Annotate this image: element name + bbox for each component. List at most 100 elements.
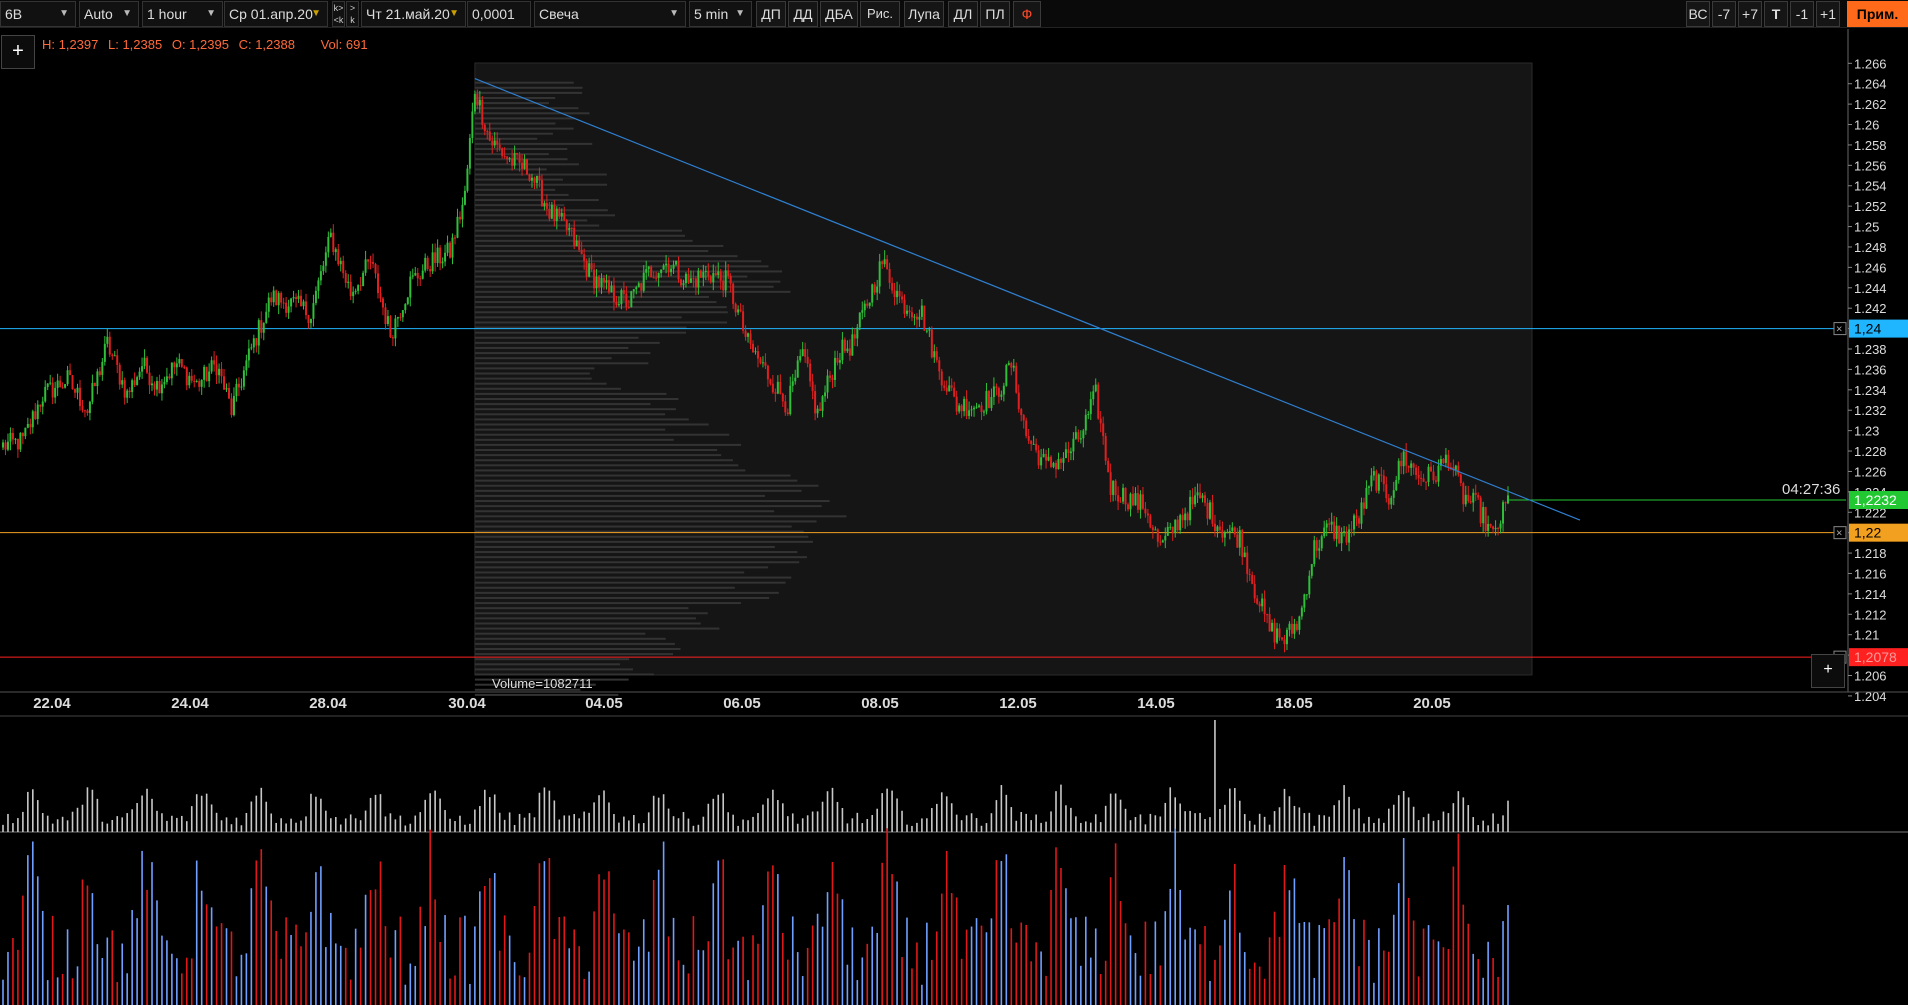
y-tick-label: 1.204	[1854, 689, 1887, 704]
volume-bar	[1229, 788, 1231, 832]
minus1-button[interactable]: -1	[1790, 1, 1814, 27]
date-from-picker[interactable]: Ср 01.апр.20 ▼	[224, 1, 328, 27]
delta-bar	[285, 917, 287, 1005]
plus1-button[interactable]: +1	[1816, 1, 1840, 27]
candle-body	[1226, 532, 1229, 534]
delta-bar	[563, 916, 566, 1005]
profile-bar	[474, 581, 786, 584]
add-panel-button[interactable]: +	[1811, 654, 1845, 688]
candle-body	[1263, 598, 1266, 615]
y-tick-label: 1.234	[1854, 383, 1887, 398]
volume-bar	[1318, 814, 1321, 832]
delta-bar	[1288, 890, 1291, 1005]
candle-body	[1407, 465, 1410, 468]
delta-bar	[1204, 925, 1206, 1005]
candle-body	[34, 411, 37, 420]
candle-body	[476, 93, 479, 106]
tick-size-input[interactable]: 0,0001	[467, 1, 531, 27]
zoom-button[interactable]: Лупа	[904, 1, 944, 27]
dd-button[interactable]: ДД	[788, 1, 818, 27]
step-forward-icon[interactable]: >	[347, 2, 358, 14]
step-forward-icon[interactable]: k>	[333, 2, 344, 14]
delta-bar	[861, 957, 864, 1005]
vs-button[interactable]: ВС	[1686, 1, 1710, 27]
delta-bar	[1025, 924, 1028, 1005]
delta-bar	[1139, 975, 1142, 1005]
candle-body	[1169, 526, 1172, 528]
delta-bar	[782, 932, 784, 1005]
delta-bar	[821, 926, 824, 1005]
volume-bar	[399, 815, 402, 832]
step-back-icon[interactable]: k	[347, 14, 358, 26]
candle-body	[2, 442, 4, 448]
volume-bar	[1209, 817, 1211, 832]
volume-bar	[1060, 784, 1062, 832]
add-indicator-button[interactable]: +	[1, 35, 35, 69]
candle-body	[615, 302, 618, 306]
delta-bar	[1094, 928, 1097, 1005]
volume-bar	[508, 812, 511, 832]
plus7-button[interactable]: +7	[1738, 1, 1762, 27]
x-tick-label: 14.05	[1137, 695, 1175, 712]
profile-bar	[474, 586, 735, 589]
delta-bar	[623, 929, 625, 1005]
candle-body	[553, 204, 556, 221]
volume-bar	[394, 819, 397, 832]
volume-bar	[498, 812, 501, 832]
scale-mode-select[interactable]: Auto ▼	[79, 1, 139, 27]
delta-bar	[896, 881, 898, 1005]
candle-body	[841, 339, 844, 361]
volume-bar	[111, 819, 114, 832]
candle-body	[369, 261, 372, 263]
candle-body	[1504, 502, 1507, 504]
date-to-step-arrows[interactable]: > k	[346, 1, 359, 27]
delta-bar	[275, 931, 277, 1005]
pl-button[interactable]: ПЛ	[980, 1, 1010, 27]
delta-bar	[1149, 974, 1152, 1005]
candle-body	[1171, 526, 1174, 533]
price-chart[interactable]: ××× 1.2661.2641.2621.261.2581.2561.2541.…	[0, 29, 1908, 1005]
candle-body	[1087, 414, 1090, 416]
apply-button[interactable]: Прим.	[1847, 1, 1908, 27]
profile-bar	[474, 336, 639, 339]
volume-bar	[305, 816, 307, 832]
draw-button[interactable]: Рис.	[860, 1, 900, 27]
dl-button[interactable]: ДЛ	[948, 1, 978, 27]
t-button[interactable]: T	[1764, 1, 1788, 27]
profile-bar	[474, 403, 651, 406]
candle-body	[1204, 495, 1207, 503]
candle-body	[761, 362, 764, 364]
candle-body	[1194, 495, 1197, 505]
volume-bar	[1114, 793, 1117, 832]
timeframe-select[interactable]: 1 hour ▼	[142, 1, 223, 27]
date-from-step-arrows[interactable]: k> <k	[332, 1, 345, 27]
profile-bar	[474, 622, 701, 625]
delta-bar	[523, 977, 526, 1005]
date-to-picker[interactable]: Чт 21.май.20 ▼	[361, 1, 466, 27]
candle-body	[642, 272, 645, 291]
chart-style-select[interactable]: Свеча ▼	[534, 1, 686, 27]
dp-button[interactable]: ДП	[756, 1, 786, 27]
candle-body	[106, 336, 109, 344]
candle-body	[270, 297, 273, 303]
volume-bar	[702, 816, 705, 832]
volume-bar	[503, 819, 506, 832]
profile-bar	[474, 505, 822, 508]
phi-button[interactable]: Ф	[1013, 1, 1041, 27]
step-back-icon[interactable]: <k	[333, 14, 344, 26]
profile-period-select[interactable]: 5 min ▼	[689, 1, 752, 27]
dba-button[interactable]: ДБА	[820, 1, 858, 27]
symbol-select[interactable]: 6B ▼	[0, 1, 76, 27]
candle-body	[958, 405, 961, 412]
volume-bar	[76, 807, 79, 832]
minus7-button[interactable]: -7	[1712, 1, 1736, 27]
candle-body	[1258, 603, 1261, 607]
candle-body	[342, 260, 345, 274]
candle-body	[1467, 494, 1470, 502]
candle-body	[257, 320, 260, 346]
candle-body	[1333, 521, 1336, 539]
volume-bar	[349, 814, 352, 832]
y-tick-label: 1.216	[1854, 566, 1887, 581]
delta-bar	[1353, 919, 1355, 1005]
candle-body	[1166, 526, 1169, 536]
